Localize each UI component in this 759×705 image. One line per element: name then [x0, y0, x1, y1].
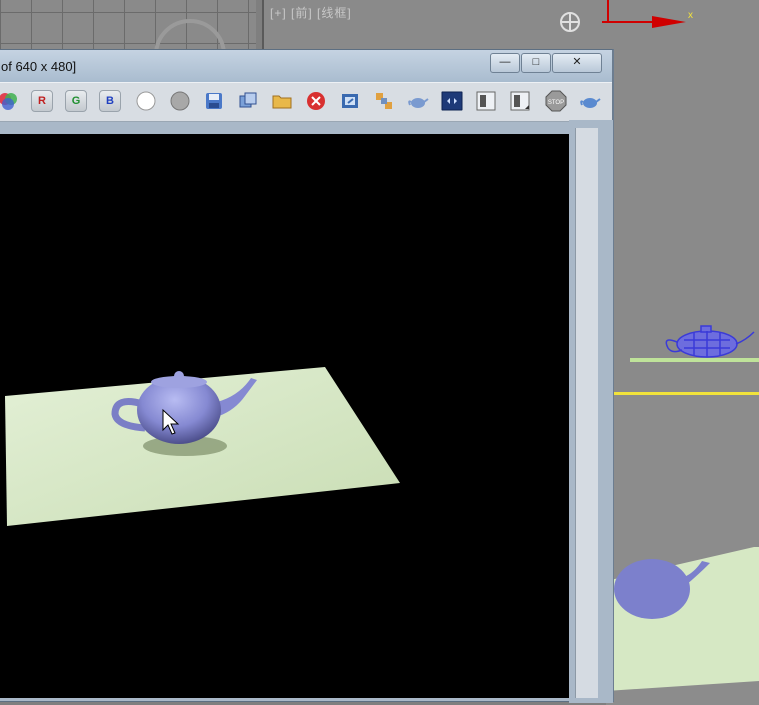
- teapot-wireframe-icon: [665, 325, 755, 358]
- vertical-scrollbar[interactable]: [575, 128, 598, 698]
- render-region-icon[interactable]: [373, 90, 395, 112]
- rendered-frame-window[interactable]: of 640 x 480] — □ ✕ R G B STOP: [0, 49, 614, 703]
- ground-line: [630, 358, 759, 362]
- stop-icon[interactable]: STOP: [545, 90, 567, 112]
- minimize-button[interactable]: —: [490, 53, 520, 73]
- axis-x-label: x: [688, 10, 693, 21]
- toggle-ui-icon[interactable]: [441, 90, 463, 112]
- perspective-viewport[interactable]: [606, 392, 759, 705]
- clone-window-icon[interactable]: [237, 90, 259, 112]
- color-channels-icon[interactable]: [0, 90, 19, 112]
- window-title: of 640 x 480]: [1, 59, 77, 74]
- blue-channel-button[interactable]: B: [99, 90, 121, 112]
- render-icon[interactable]: [579, 90, 601, 112]
- close-button[interactable]: ✕: [552, 53, 602, 73]
- window-titlebar[interactable]: of 640 x 480] — □ ✕: [0, 50, 612, 82]
- save-image-icon[interactable]: [203, 90, 225, 112]
- teapot: [614, 559, 690, 619]
- axis-arrow-icon: [652, 16, 686, 28]
- render-teapot-icon[interactable]: [407, 90, 429, 112]
- svg-text:STOP: STOP: [548, 100, 564, 106]
- green-channel-button[interactable]: G: [65, 90, 87, 112]
- render-scene: [5, 367, 400, 526]
- display-b-icon[interactable]: [509, 90, 531, 112]
- print-icon[interactable]: [339, 90, 361, 112]
- teapot-lid-knob: [174, 371, 184, 381]
- display-a-icon[interactable]: [475, 90, 497, 112]
- white-alpha-icon[interactable]: [135, 90, 157, 112]
- gray-mono-icon[interactable]: [169, 90, 191, 112]
- clear-icon[interactable]: [305, 90, 327, 112]
- rendered-image[interactable]: [0, 134, 569, 698]
- render-toolbar: R G B STOP: [0, 82, 612, 122]
- maximize-button[interactable]: □: [521, 53, 551, 73]
- perspective-scene: [606, 547, 759, 691]
- red-channel-button[interactable]: R: [31, 90, 53, 112]
- open-folder-icon[interactable]: [271, 90, 293, 112]
